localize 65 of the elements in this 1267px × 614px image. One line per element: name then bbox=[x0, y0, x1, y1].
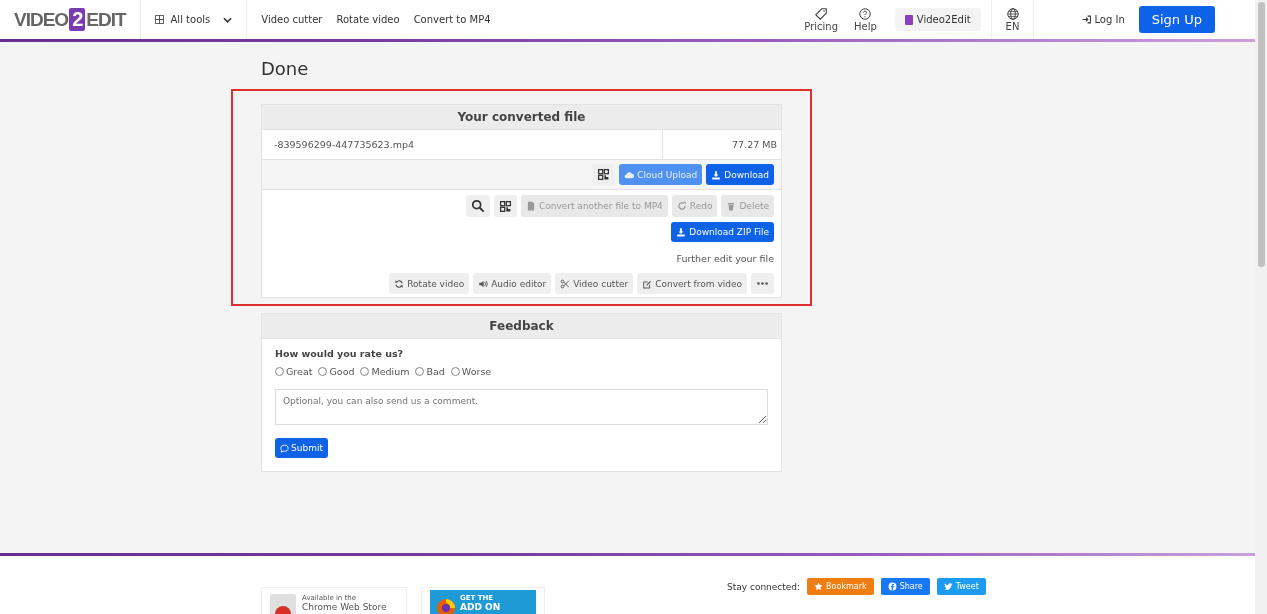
trash-icon bbox=[726, 201, 737, 211]
rating-option[interactable]: Good bbox=[318, 366, 355, 377]
grid-icon bbox=[154, 15, 164, 24]
rotate-icon bbox=[394, 278, 405, 289]
qr-code-icon bbox=[498, 199, 512, 213]
logo-icon bbox=[904, 14, 913, 25]
stay-connected-label: Stay connected: bbox=[727, 581, 801, 592]
speaker-icon bbox=[478, 278, 489, 289]
redo-icon bbox=[676, 201, 687, 211]
firefox-icon bbox=[436, 596, 456, 614]
action-button[interactable]: Convert from video bbox=[637, 273, 747, 294]
sign-in-icon bbox=[1082, 15, 1092, 24]
badge-text: ADD ON bbox=[460, 603, 501, 613]
social-button[interactable]: Share bbox=[880, 578, 930, 595]
page-title: Done bbox=[261, 58, 310, 79]
nav-link[interactable]: Rotate video bbox=[329, 14, 407, 25]
rating-option[interactable]: Worse bbox=[450, 366, 492, 377]
rating-option[interactable]: Medium bbox=[360, 366, 410, 377]
file-icon bbox=[525, 201, 536, 211]
facebook-icon bbox=[887, 582, 897, 591]
scissors-icon bbox=[560, 278, 571, 289]
action-button[interactable]: Video cutter bbox=[555, 273, 634, 294]
download-icon bbox=[711, 169, 722, 180]
language-selector[interactable]: EN bbox=[990, 0, 1035, 39]
star-icon bbox=[814, 582, 824, 591]
chrome-icon bbox=[275, 606, 291, 614]
action-button[interactable]: Rotate video bbox=[389, 273, 470, 294]
logo[interactable]: VIDEO 2 EDIT bbox=[0, 0, 141, 39]
rating-option[interactable]: Great bbox=[275, 366, 313, 377]
pricing-link[interactable]: Pricing bbox=[796, 7, 847, 32]
comment-field[interactable]: Optional, you can also send us a comment. bbox=[275, 389, 768, 425]
file-size: 77.27 MB bbox=[731, 138, 778, 152]
nav-link[interactable]: Convert to MP4 bbox=[406, 14, 498, 25]
submit-button[interactable]: Submit bbox=[275, 438, 328, 458]
chevron-down-icon bbox=[223, 16, 233, 23]
download-button[interactable]: Download ZIP File bbox=[671, 222, 774, 242]
all-tools-menu[interactable]: All tools bbox=[140, 0, 248, 39]
login-link[interactable]: Log In bbox=[1082, 14, 1125, 25]
more-button[interactable] bbox=[751, 273, 774, 294]
brand-button[interactable]: Video2Edit bbox=[894, 8, 981, 31]
download-icon bbox=[676, 227, 687, 237]
qr-code-icon bbox=[597, 168, 611, 181]
card-title: Feedback bbox=[262, 314, 781, 339]
rating-question: How would you rate us? bbox=[275, 348, 405, 359]
tag-icon bbox=[815, 7, 828, 20]
further-edit-label: Further edit your file bbox=[675, 252, 775, 266]
help-link[interactable]: Help bbox=[846, 7, 885, 32]
rating-option[interactable]: Bad bbox=[415, 366, 445, 377]
edit-icon bbox=[642, 278, 653, 289]
badge-text: Chrome Web Store bbox=[302, 603, 387, 613]
twitter-icon bbox=[943, 582, 953, 591]
cloud-upload-icon bbox=[624, 169, 635, 180]
qr-code-button[interactable] bbox=[493, 195, 517, 217]
file-name: -839596299-447735623.mp4 bbox=[262, 130, 663, 159]
globe-icon bbox=[1006, 7, 1019, 20]
search-icon bbox=[470, 199, 485, 213]
speech-bubble-icon bbox=[280, 443, 289, 453]
search-button[interactable] bbox=[465, 195, 490, 217]
qr-code-button[interactable] bbox=[592, 164, 616, 185]
card-title: Your converted file bbox=[262, 105, 781, 130]
action-button[interactable]: Audio editor bbox=[473, 273, 552, 294]
download-button[interactable]: Download bbox=[706, 164, 774, 185]
help-icon bbox=[859, 7, 872, 20]
sign-up-button[interactable]: Sign Up bbox=[1138, 6, 1215, 33]
nav-link[interactable]: Video cutter bbox=[254, 14, 330, 25]
